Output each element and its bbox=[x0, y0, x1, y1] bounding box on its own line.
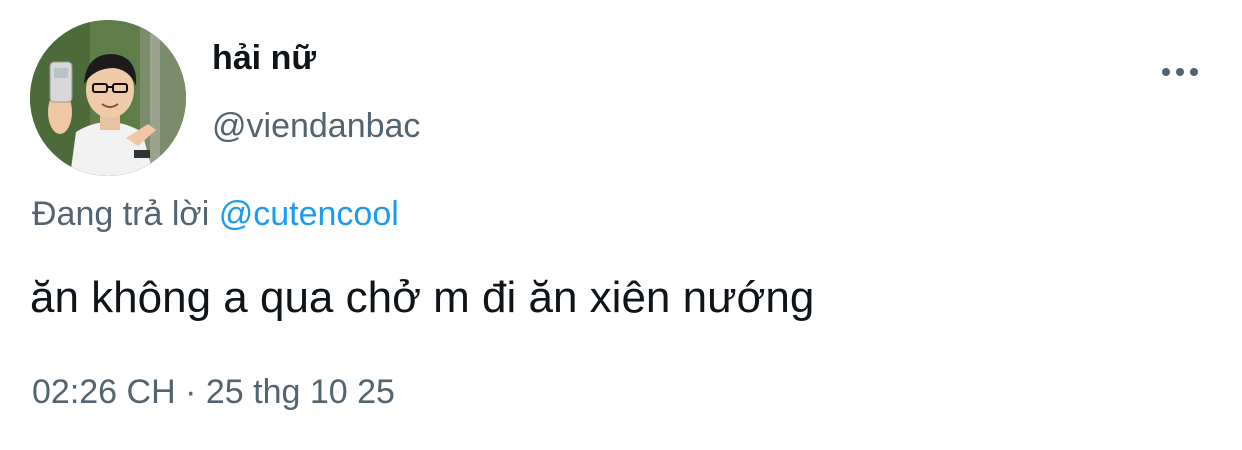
reply-prefix: Đang trả lời bbox=[32, 195, 210, 233]
tweet-date: 25 thg 10 25 bbox=[205, 373, 395, 411]
tweet-timestamp[interactable]: 02:26 CH · 25 thg 10 25 bbox=[32, 370, 395, 414]
user-avatar-icon bbox=[30, 20, 186, 176]
tweet-card: hải nữ @viendanbac Đang trả lời @cutenco… bbox=[0, 0, 1242, 450]
reply-mention-link[interactable]: @cutencool bbox=[219, 195, 399, 233]
tweet-text: ăn không a qua chở m đi ăn xiên nướng bbox=[30, 273, 815, 322]
reply-context: Đang trả lời @cutencool bbox=[32, 192, 399, 236]
more-horizontal-icon-dot bbox=[1176, 68, 1184, 76]
tweet-time: 02:26 CH bbox=[32, 373, 176, 411]
more-horizontal-icon bbox=[1162, 68, 1170, 76]
more-options-button[interactable] bbox=[1152, 52, 1208, 92]
avatar[interactable] bbox=[30, 20, 186, 176]
more-horizontal-icon-dot bbox=[1190, 68, 1198, 76]
display-name[interactable]: hải nữ bbox=[212, 36, 316, 80]
timestamp-separator: · bbox=[185, 373, 197, 411]
user-handle[interactable]: @viendanbac bbox=[212, 104, 420, 148]
